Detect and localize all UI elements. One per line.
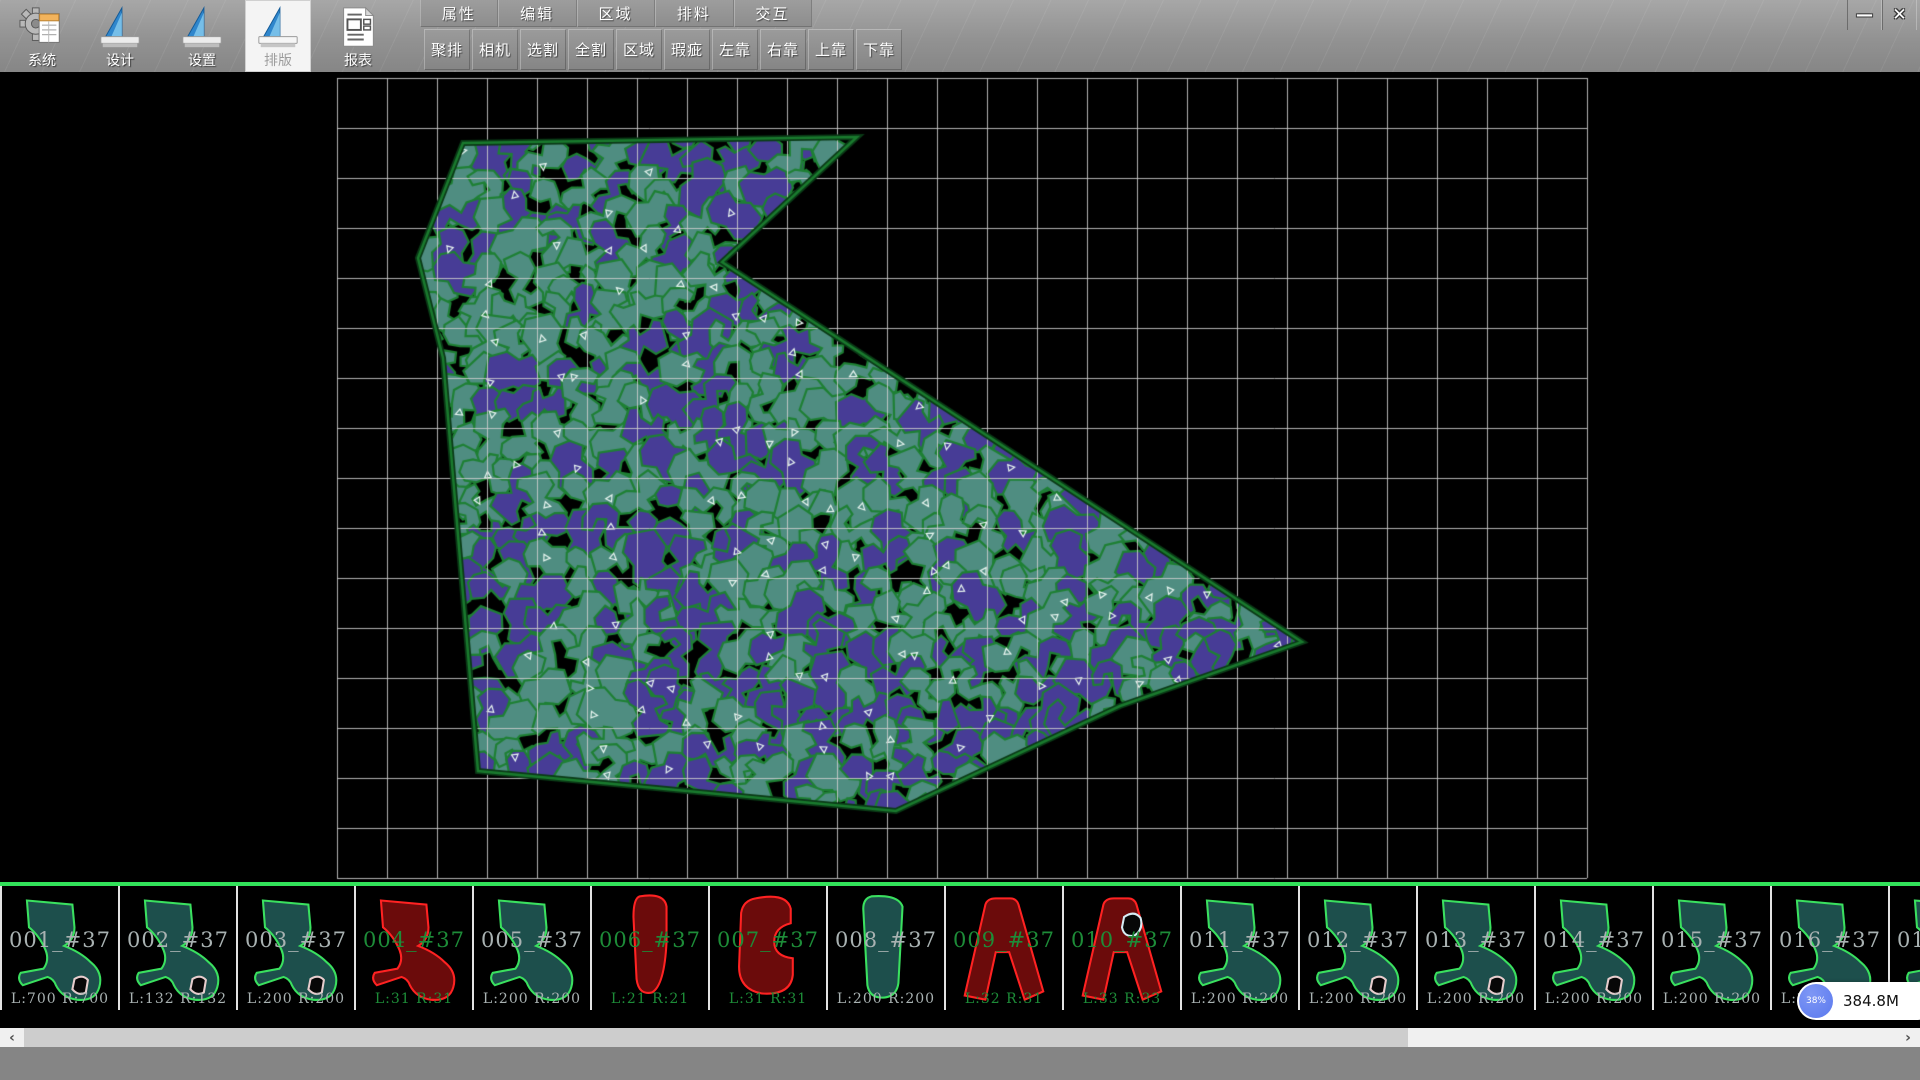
- piece-thumbnail[interactable]: 011_#37 L:200 R:200: [1182, 886, 1300, 1010]
- toolbar-button-settings[interactable]: 设置: [169, 0, 235, 72]
- toolbar-button-label: 系统: [28, 52, 56, 70]
- action-align-left[interactable]: 左靠: [712, 29, 758, 70]
- piece-id-label: 014_#37: [1536, 928, 1652, 952]
- piece-id-label: 015_#37: [1654, 928, 1770, 952]
- piece-lr-count-label: L:200 R:200: [828, 991, 944, 1007]
- settings-ruler-icon: [179, 4, 225, 52]
- menu-tab-region[interactable]: 区域: [577, 0, 655, 27]
- memory-percent-indicator: 38%: [1799, 984, 1833, 1018]
- menu-tab-properties[interactable]: 属性: [420, 0, 498, 27]
- action-select-cut[interactable]: 选割: [520, 29, 566, 70]
- piece-thumbnail[interactable]: 012_#37 L:200 R:200: [1300, 886, 1418, 1010]
- piece-id-label: 006_#37: [592, 928, 708, 952]
- piece-lr-count-label: L:31 R:31: [356, 991, 472, 1007]
- piece-lr-count-label: L:200 R:200: [474, 991, 590, 1007]
- action-align-bottom[interactable]: 下靠: [856, 29, 902, 70]
- menu-tab-interaction[interactable]: 交互: [734, 0, 812, 27]
- piece-lr-count-label: L:31 R:31: [710, 991, 826, 1007]
- nesting-ruler-icon: [255, 4, 301, 52]
- piece-thumbnail[interactable]: 009_#37 L:32 R:31: [946, 886, 1064, 1010]
- piece-lr-count-label: L:200 R:200: [1654, 991, 1770, 1007]
- toolbar-button-nesting[interactable]: 排版: [245, 0, 311, 72]
- piece-id-label: 016_#37: [1772, 928, 1888, 952]
- memory-size-label: 384.8M: [1843, 992, 1899, 1010]
- action-button-row: 聚排 相机 选割 全割 区域 瑕疵 左靠 右靠 上靠 下靠: [424, 29, 902, 70]
- piece-lr-count-label: L:200 R:200: [1536, 991, 1652, 1007]
- action-align-right[interactable]: 右靠: [760, 29, 806, 70]
- window-controls: — ✕: [1847, 0, 1917, 30]
- piece-lr-count-label: L:33 R:33: [1064, 991, 1180, 1007]
- toolbar-button-label: 设置: [188, 52, 216, 70]
- memory-usage-badge: 38% 384.8M: [1797, 982, 1920, 1020]
- piece-lr-count-label: L:21 R:21: [592, 991, 708, 1007]
- toolbar-button-report[interactable]: 报表: [325, 0, 391, 72]
- piece-thumbnail-strip: 001_#37 L:700 R:700 002_#37 L:132 R:132 …: [0, 886, 1920, 1010]
- piece-thumbnail[interactable]: 005_#37 L:200 R:200: [474, 886, 592, 1010]
- piece-id-label: 017_#37: [1890, 928, 1920, 952]
- piece-thumbnail[interactable]: 008_#37 L:200 R:200: [828, 886, 946, 1010]
- piece-thumbnail[interactable]: 006_#37 L:21 R:21: [592, 886, 710, 1010]
- piece-id-label: 011_#37: [1182, 928, 1298, 952]
- scroll-left-arrow-icon[interactable]: ‹: [0, 1028, 24, 1047]
- piece-id-label: 005_#37: [474, 928, 590, 952]
- action-camera[interactable]: 相机: [472, 29, 518, 70]
- piece-thumbnail[interactable]: 004_#37 L:31 R:31: [356, 886, 474, 1010]
- piece-id-label: 001_#37: [2, 928, 118, 952]
- toolbar-button-label: 报表: [344, 52, 372, 70]
- system-gear-icon: [19, 4, 65, 52]
- piece-lr-count-label: L:32 R:31: [946, 991, 1062, 1007]
- nesting-canvas[interactable]: [0, 72, 1920, 882]
- piece-lr-count-label: L:200 R:200: [1182, 991, 1298, 1007]
- action-cut-all[interactable]: 全割: [568, 29, 614, 70]
- piece-thumbnail[interactable]: 007_#37 L:31 R:31: [710, 886, 828, 1010]
- piece-id-label: 008_#37: [828, 928, 944, 952]
- action-region[interactable]: 区域: [616, 29, 662, 70]
- action-cluster-nest[interactable]: 聚排: [424, 29, 470, 70]
- piece-id-label: 004_#37: [356, 928, 472, 952]
- piece-lr-count-label: L:200 R:200: [1418, 991, 1534, 1007]
- status-bar: [0, 1047, 1920, 1080]
- toolbar-button-system[interactable]: 系统: [9, 0, 75, 72]
- piece-id-label: 007_#37: [710, 928, 826, 952]
- piece-id-label: 009_#37: [946, 928, 1062, 952]
- menu-tab-strip: 属性 编辑 区域 排料 交互: [420, 0, 812, 27]
- piece-id-label: 013_#37: [1418, 928, 1534, 952]
- action-align-top[interactable]: 上靠: [808, 29, 854, 70]
- piece-thumbnail[interactable]: 010_#37 L:33 R:33: [1064, 886, 1182, 1010]
- main-toolbar: 系统 设计 设置: [0, 0, 1920, 73]
- piece-thumbnail[interactable]: 015_#37 L:200 R:200: [1654, 886, 1772, 1010]
- piece-id-label: 010_#37: [1064, 928, 1180, 952]
- piece-id-label: 002_#37: [120, 928, 236, 952]
- piece-thumbnail[interactable]: 003_#37 L:200 R:200: [238, 886, 356, 1010]
- horizontal-scrollbar[interactable]: ‹ ›: [0, 1028, 1920, 1047]
- piece-lr-count-label: L:200 R:200: [1300, 991, 1416, 1007]
- piece-thumbnail[interactable]: 002_#37 L:132 R:132: [120, 886, 238, 1010]
- menu-tab-nesting[interactable]: 排料: [655, 0, 733, 27]
- report-document-icon: [335, 4, 381, 52]
- minimize-button[interactable]: —: [1847, 0, 1882, 30]
- piece-id-label: 012_#37: [1300, 928, 1416, 952]
- action-defect[interactable]: 瑕疵: [664, 29, 710, 70]
- piece-thumbnail[interactable]: 013_#37 L:200 R:200: [1418, 886, 1536, 1010]
- piece-lr-count-label: L:700 R:700: [2, 991, 118, 1007]
- piece-id-label: 003_#37: [238, 928, 354, 952]
- piece-lr-count-label: L:200 R:200: [238, 991, 354, 1007]
- piece-lr-count-label: L:132 R:132: [120, 991, 236, 1007]
- design-ruler-icon: [97, 4, 143, 52]
- scrollbar-thumb[interactable]: [24, 1028, 1408, 1047]
- piece-thumbnail[interactable]: 001_#37 L:700 R:700: [2, 886, 120, 1010]
- toolbar-button-design[interactable]: 设计: [87, 0, 153, 72]
- toolbar-button-label: 设计: [106, 52, 134, 70]
- menu-tab-edit[interactable]: 编辑: [498, 0, 576, 27]
- toolbar-button-label: 排版: [264, 52, 292, 70]
- close-button[interactable]: ✕: [1882, 0, 1917, 30]
- scroll-right-arrow-icon[interactable]: ›: [1896, 1028, 1920, 1047]
- piece-thumbnail[interactable]: 014_#37 L:200 R:200: [1536, 886, 1654, 1010]
